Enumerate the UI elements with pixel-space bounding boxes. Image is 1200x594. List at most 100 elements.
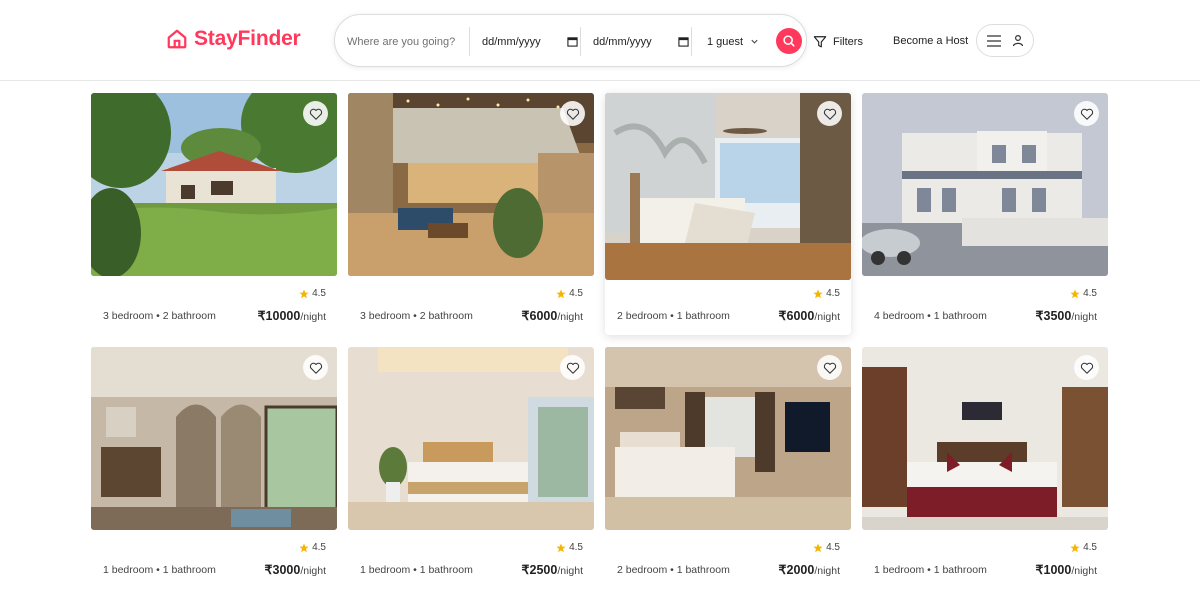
star-icon bbox=[1070, 543, 1080, 552]
listing-specs: 2 bedroom • 1 bathroom bbox=[617, 564, 730, 576]
price-unit: /night bbox=[557, 311, 583, 323]
listing-image bbox=[605, 93, 851, 280]
listing-photo[interactable] bbox=[348, 93, 594, 276]
listing-card[interactable]: 4.5 2 bedroom • 1 bathroom ₹2000/night bbox=[605, 347, 851, 589]
listing-photo[interactable] bbox=[91, 93, 337, 276]
listing-rating: 4.5 bbox=[1070, 542, 1097, 553]
listing-specs: 1 bedroom • 1 bathroom bbox=[874, 564, 987, 576]
listing-price: ₹1000/night bbox=[1036, 562, 1097, 577]
listing-price: ₹10000/night bbox=[258, 308, 326, 323]
price-amount: ₹2500 bbox=[521, 563, 558, 577]
price-amount: ₹10000 bbox=[257, 309, 301, 323]
filter-icon bbox=[813, 36, 827, 48]
price-unit: /night bbox=[1071, 311, 1097, 323]
house-icon bbox=[167, 29, 187, 49]
favorite-button[interactable] bbox=[1074, 355, 1099, 380]
listing-photo[interactable] bbox=[605, 93, 851, 280]
search-divider bbox=[469, 27, 470, 56]
rating-value: 4.5 bbox=[569, 288, 583, 299]
star-icon bbox=[556, 543, 566, 552]
star-icon bbox=[556, 289, 566, 298]
brand-name: StayFinder bbox=[194, 27, 301, 50]
listing-card[interactable]: 4.5 3 bedroom • 2 bathroom ₹10000/night bbox=[91, 93, 337, 335]
brand-logo[interactable]: StayFinder bbox=[166, 27, 301, 51]
listing-photo[interactable] bbox=[605, 347, 851, 530]
top-header: StayFinder Where are you going? dd/mm/yy… bbox=[0, 0, 1200, 81]
filters-button[interactable]: Filters bbox=[813, 35, 863, 49]
listing-photo[interactable] bbox=[862, 93, 1108, 276]
rating-value: 4.5 bbox=[312, 288, 326, 299]
listing-image bbox=[348, 93, 594, 276]
favorite-button[interactable] bbox=[560, 355, 585, 380]
star-icon bbox=[813, 543, 823, 552]
star-icon bbox=[1070, 289, 1080, 298]
listing-photo[interactable] bbox=[862, 347, 1108, 530]
calendar-icon[interactable] bbox=[678, 36, 689, 47]
listing-image bbox=[605, 347, 851, 530]
listing-price: ₹3000/night bbox=[265, 562, 326, 577]
listing-price: ₹3500/night bbox=[1036, 308, 1097, 323]
listing-photo[interactable] bbox=[91, 347, 337, 530]
listing-price: ₹6000/night bbox=[779, 308, 840, 323]
rating-value: 4.5 bbox=[569, 542, 583, 553]
destination-input[interactable]: Where are you going? bbox=[347, 15, 467, 68]
listing-specs: 2 bedroom • 1 bathroom bbox=[617, 310, 730, 322]
listing-card[interactable]: 4.5 2 bedroom • 1 bathroom ₹6000/night bbox=[605, 93, 851, 335]
rating-value: 4.5 bbox=[312, 542, 326, 553]
listing-card[interactable]: 4.5 4 bedroom • 1 bathroom ₹3500/night bbox=[862, 93, 1108, 335]
favorite-button[interactable] bbox=[817, 355, 842, 380]
favorite-button[interactable] bbox=[303, 355, 328, 380]
listing-rating: 4.5 bbox=[813, 542, 840, 553]
star-icon bbox=[299, 543, 309, 552]
listing-card[interactable]: 4.5 1 bedroom • 1 bathroom ₹1000/night bbox=[862, 347, 1108, 589]
heart-icon bbox=[823, 108, 836, 120]
listing-image bbox=[91, 93, 337, 276]
heart-icon bbox=[823, 362, 836, 374]
heart-icon bbox=[1080, 108, 1093, 120]
search-bar: Where are you going? dd/mm/yyyy dd/mm/yy… bbox=[334, 14, 807, 67]
favorite-button[interactable] bbox=[1074, 101, 1099, 126]
listing-card[interactable]: 4.5 1 bedroom • 1 bathroom ₹3000/night bbox=[91, 347, 337, 589]
listing-photo[interactable] bbox=[348, 347, 594, 530]
favorite-button[interactable] bbox=[303, 101, 328, 126]
checkin-date-input[interactable]: dd/mm/yyyy bbox=[482, 15, 578, 68]
price-unit: /night bbox=[814, 565, 840, 577]
listing-image bbox=[348, 347, 594, 530]
hamburger-icon bbox=[987, 34, 1001, 47]
listing-card[interactable]: 4.5 3 bedroom • 2 bathroom ₹6000/night bbox=[348, 93, 594, 335]
user-menu-button[interactable] bbox=[976, 24, 1034, 57]
favorite-button[interactable] bbox=[560, 101, 585, 126]
listing-rating: 4.5 bbox=[1070, 288, 1097, 299]
price-amount: ₹6000 bbox=[521, 309, 558, 323]
listing-specs: 3 bedroom • 2 bathroom bbox=[360, 310, 473, 322]
checkout-date-value: dd/mm/yyyy bbox=[593, 35, 652, 48]
listing-price: ₹2500/night bbox=[522, 562, 583, 577]
calendar-icon[interactable] bbox=[567, 36, 578, 47]
checkout-date-input[interactable]: dd/mm/yyyy bbox=[593, 15, 689, 68]
listing-price: ₹2000/night bbox=[779, 562, 840, 577]
listing-rating: 4.5 bbox=[299, 542, 326, 553]
favorite-button[interactable] bbox=[817, 101, 842, 126]
listing-specs: 3 bedroom • 2 bathroom bbox=[103, 310, 216, 322]
price-amount: ₹6000 bbox=[778, 309, 815, 323]
price-amount: ₹2000 bbox=[778, 563, 815, 577]
listing-rating: 4.5 bbox=[556, 542, 583, 553]
rating-value: 4.5 bbox=[826, 542, 840, 553]
star-icon bbox=[299, 289, 309, 298]
listing-price: ₹6000/night bbox=[522, 308, 583, 323]
search-divider bbox=[691, 27, 692, 56]
filters-label: Filters bbox=[833, 36, 863, 48]
become-host-link[interactable]: Become a Host bbox=[893, 35, 968, 47]
heart-icon bbox=[566, 108, 579, 120]
listing-card[interactable]: 4.5 1 bedroom • 1 bathroom ₹2500/night bbox=[348, 347, 594, 589]
search-button[interactable] bbox=[776, 28, 802, 54]
guests-value: 1 guest bbox=[707, 35, 744, 48]
listing-image bbox=[91, 347, 337, 530]
listing-rating: 4.5 bbox=[299, 288, 326, 299]
guests-select[interactable]: 1 guest bbox=[707, 15, 759, 68]
price-amount: ₹1000 bbox=[1035, 563, 1072, 577]
heart-icon bbox=[566, 362, 579, 374]
rating-value: 4.5 bbox=[1083, 542, 1097, 553]
price-unit: /night bbox=[557, 565, 583, 577]
checkin-date-value: dd/mm/yyyy bbox=[482, 35, 541, 48]
